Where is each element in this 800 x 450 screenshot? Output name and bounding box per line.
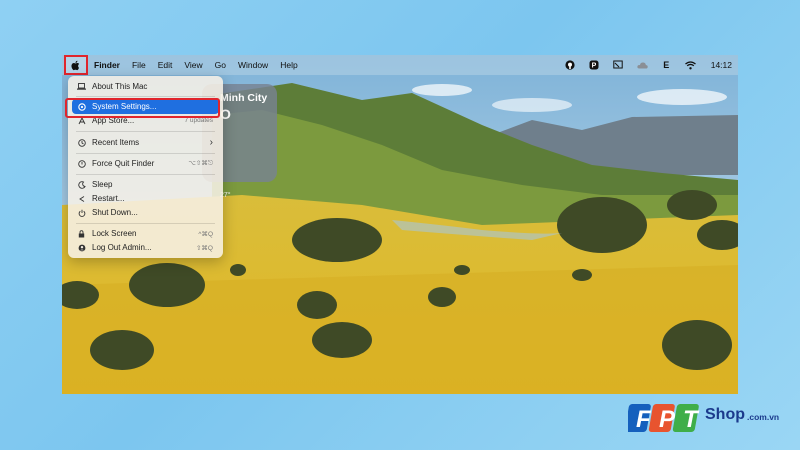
fpt-shop-text: Shop — [705, 406, 745, 423]
e-input-icon[interactable]: E — [661, 60, 672, 71]
menu-separator — [76, 153, 215, 154]
svg-text:F: F — [636, 406, 652, 433]
menu-file[interactable]: File — [132, 60, 146, 70]
menu-item-label: About This Mac — [92, 82, 148, 91]
laptop-icon — [77, 82, 86, 91]
menu-item-label: Shut Down... — [92, 208, 138, 217]
lock-screen-shortcut: ^⌘Q — [198, 230, 213, 238]
github-icon[interactable] — [565, 60, 576, 71]
menu-item-sleep[interactable]: Sleep — [72, 177, 219, 192]
app-store-updates-badge: 7 updates — [184, 117, 213, 124]
svg-text:P: P — [659, 406, 676, 433]
wifi-icon[interactable] — [684, 60, 696, 71]
power-icon — [77, 208, 86, 217]
menu-item-label: Force Quit Finder — [92, 159, 155, 168]
menu-item-label: Restart... — [92, 194, 125, 203]
menu-item-recent-items[interactable]: Recent Items › — [72, 135, 219, 150]
chevron-right-icon: › — [209, 137, 213, 148]
svg-text:T: T — [683, 406, 700, 433]
menu-go[interactable]: Go — [215, 60, 226, 70]
menu-item-about[interactable]: About This Mac — [72, 79, 219, 94]
user-icon — [77, 243, 86, 252]
svg-text:P: P — [592, 63, 597, 70]
menu-separator — [76, 131, 215, 132]
log-out-shortcut: ⇧⌘Q — [195, 244, 213, 252]
menu-view[interactable]: View — [184, 60, 202, 70]
menu-separator — [76, 96, 215, 97]
menu-help[interactable]: Help — [280, 60, 297, 70]
app-menu-finder[interactable]: Finder — [94, 60, 120, 70]
mac-screen: Finder File Edit View Go Window Help P E… — [62, 55, 738, 394]
lock-icon — [77, 229, 86, 238]
menu-item-label: Recent Items — [92, 138, 140, 147]
fpt-domain-text: .com.vn — [747, 412, 780, 422]
tv-icon[interactable] — [613, 60, 624, 71]
pocket-icon[interactable]: P — [589, 60, 600, 71]
fpt-logo-mark: F P T — [624, 404, 700, 433]
menu-item-force-quit[interactable]: Force Quit Finder ⌥⇧⌘⎋ — [72, 156, 219, 171]
menu-edit[interactable]: Edit — [158, 60, 173, 70]
menu-separator — [76, 174, 215, 175]
menu-item-log-out[interactable]: Log Out Admin... ⇧⌘Q — [72, 240, 219, 255]
restart-icon — [77, 194, 86, 203]
menubar-clock[interactable]: 14:12 — [711, 60, 732, 70]
force-quit-icon — [77, 159, 86, 168]
force-quit-shortcut: ⌥⇧⌘⎋ — [188, 160, 213, 167]
clock-icon — [77, 138, 86, 147]
menu-window[interactable]: Window — [238, 60, 268, 70]
apple-icon — [71, 60, 80, 70]
weather-city: Minh City — [220, 92, 268, 104]
annotation-highlight-frame — [65, 98, 220, 118]
menu-bar: Finder File Edit View Go Window Help P E… — [62, 55, 738, 75]
moon-icon — [77, 180, 86, 189]
menu-item-label: Log Out Admin... — [92, 243, 152, 252]
menu-item-label: Sleep — [92, 180, 113, 189]
menu-separator — [76, 223, 215, 224]
menu-item-label: Lock Screen — [92, 229, 137, 238]
menu-item-restart[interactable]: Restart... — [72, 191, 219, 206]
menu-item-lock-screen[interactable]: Lock Screen ^⌘Q — [72, 226, 219, 241]
menu-item-shut-down[interactable]: Shut Down... — [72, 205, 219, 220]
apple-menu-button[interactable] — [64, 55, 88, 75]
fpt-shop-logo: F P T Shop .com.vn — [624, 400, 793, 436]
cloud-icon[interactable] — [637, 60, 648, 71]
